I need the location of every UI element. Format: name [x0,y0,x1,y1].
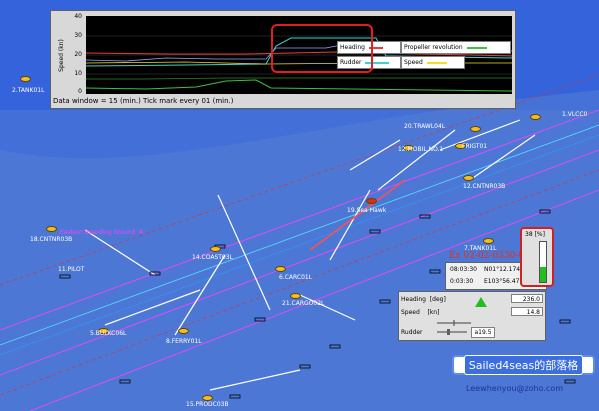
blog-banner[interactable]: Sailed4seas的部落格 [452,355,595,375]
ship-symbol[interactable] [275,266,286,272]
chart-y-label: Speed (kn) [57,39,65,72]
telegraph-gauge[interactable]: 38 [%] [520,227,554,287]
time-1: 08:03:30 [450,266,477,273]
y-tick: 20 [74,51,82,58]
target-label: 20.TRAWL04L [404,123,446,130]
heading-value: 236.0 [511,294,543,303]
target-label: 19.Sea Hawk [347,207,387,214]
target-label: 15.PRODC03B [186,401,229,408]
longitude: E103°56.477' [484,278,525,285]
ship-symbol[interactable] [463,175,474,181]
target-label: 6.CARC01L [279,274,313,281]
target-label: 12.CNTNR03B [463,183,506,190]
target-label: 1.VLCC0 [562,111,588,118]
rudder-indicator [437,329,467,335]
chart-footer: Data window = 15 (min.) Tick mark every … [53,97,234,105]
rudder-scale [437,320,471,326]
exercise-id: Ex 02-02-0330-03 [449,251,530,261]
y-tick: 40 [74,13,82,20]
ship-symbol[interactable] [210,246,221,252]
ship-symbol[interactable] [483,238,494,244]
y-tick: 10 [74,70,82,77]
rudder-value: a19.5 [471,327,495,338]
y-tick: 0 [78,88,82,95]
time-2: 0:03:30 [450,278,474,285]
trend-chart-window[interactable]: Speed (kn) 40 30 20 10 0 Heading Propell… [50,10,516,109]
ship-symbol[interactable] [46,226,57,232]
ship-symbol[interactable] [290,293,301,299]
gauge-readout: 38 [%] [525,231,545,238]
ship-symbol[interactable] [470,126,481,132]
rudder-row: Rudder [401,328,423,336]
legend-propeller: Propeller revolution [401,41,511,54]
blog-title[interactable]: Sailed4seas的部落格 [463,355,584,375]
propeller-series-2 [86,77,512,80]
target-label: 18.CNTNR03B [30,236,73,243]
own-ship-symbol[interactable] [366,198,377,204]
chart-highlight-box [271,24,373,73]
ship-symbol[interactable] [530,114,541,120]
gauge-fill [540,266,546,282]
gauge-bar[interactable] [539,241,547,283]
chart-y-axis: Speed (kn) 40 30 20 10 0 [51,13,86,95]
target-label: FRIGT01 [462,143,488,150]
heading-speed-panel: Heading [deg] 236.0 Speed [kn] 14.8 Rudd… [398,291,546,341]
latitude: N01°12.174' [484,266,522,273]
boarding-ground-label: Eastern Boarding Ground 'A' [60,229,145,236]
ship-symbol[interactable] [20,76,31,82]
target-label: 21.CARGO02L [282,300,325,307]
target-label: 12.MOBIL NO.1 [398,146,444,153]
heading-row: Heading [deg] [401,295,446,303]
target-label: 2.TANK01L [12,87,45,94]
contact-email[interactable]: Leewhenyou@zoho.com [466,384,563,393]
heading-up-arrow-icon [475,297,487,307]
ship-symbol[interactable] [178,328,189,334]
target-label: 11.PILOT [58,266,85,273]
y-tick: 30 [74,32,82,39]
legend-speed: Speed [401,56,465,69]
propeller-series [86,79,512,92]
speed-value: 14.8 [511,307,543,316]
target-label: 5.BULKC06L [90,330,127,337]
target-label: 8.FERRY01L [166,338,202,345]
speed-row: Speed [kn] [401,308,440,316]
target-label: 14.COAST03L [192,254,233,261]
